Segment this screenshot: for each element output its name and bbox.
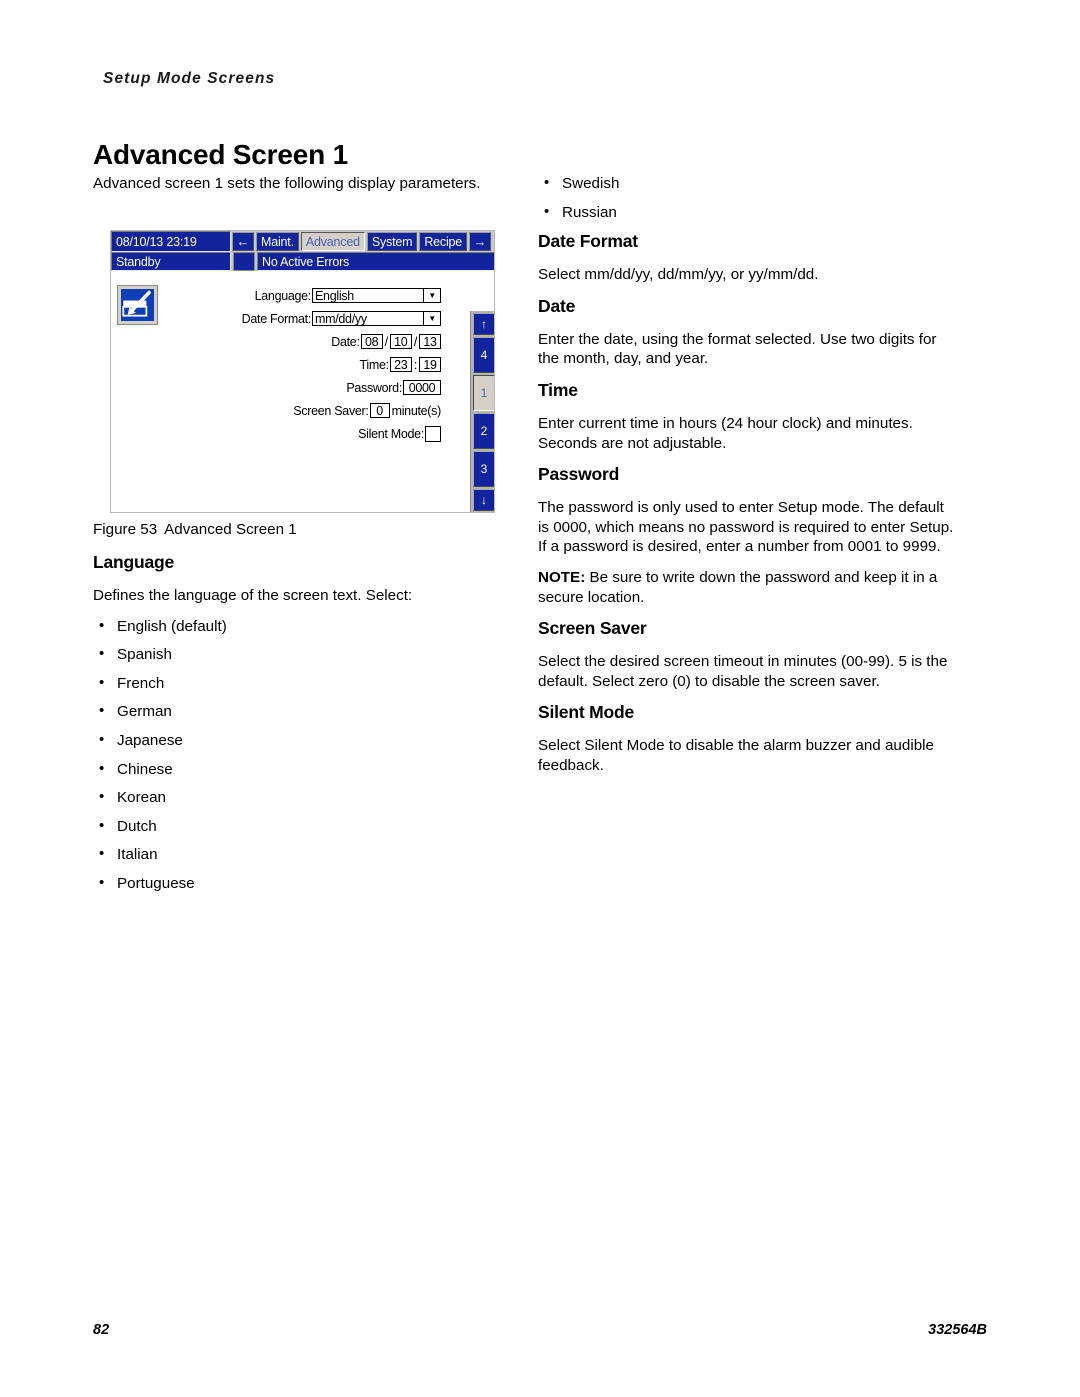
hmi-tab-maint[interactable]: Maint.: [256, 232, 299, 251]
right-column: Swedish Russian Date Format Select mm/dd…: [538, 173, 958, 787]
hmi-status-indicator: [233, 252, 255, 271]
note-body: Be sure to write down the password and k…: [538, 568, 938, 606]
left-column: Advanced screen 1 sets the following dis…: [93, 174, 513, 205]
list-item: Japanese: [93, 730, 513, 751]
list-item: Spanish: [93, 644, 513, 665]
down-arrow-icon[interactable]: ↓: [473, 489, 494, 511]
document-page: Setup Mode Screens Advanced Screen 1 Adv…: [0, 0, 1080, 1397]
note-label: NOTE:: [538, 568, 586, 586]
hmi-field-language: Language: English ▼: [171, 285, 441, 306]
list-item: English (default): [93, 616, 513, 637]
heading-silent-mode: Silent Mode: [538, 702, 634, 723]
hmi-rail-screen-4[interactable]: 4: [473, 337, 494, 373]
hmi-prev-arrow-button[interactable]: ←: [232, 232, 254, 251]
hmi-time-hours-input[interactable]: 23: [389, 357, 412, 372]
hmi-tab-advanced[interactable]: Advanced: [300, 232, 365, 251]
page-number: 82: [93, 1322, 110, 1338]
list-item: French: [93, 673, 513, 694]
list-item: Italian: [93, 844, 513, 865]
figure-caption-text: Advanced Screen 1: [164, 521, 297, 538]
language-body: Defines the language of the screen text.…: [93, 587, 413, 604]
hmi-date-format-value[interactable]: mm/dd/yy: [312, 311, 424, 326]
hmi-silent-mode-checkbox[interactable]: [425, 425, 441, 442]
hmi-field-date-format: Date Format: mm/dd/yy ▼: [171, 308, 441, 329]
page-footer: 82 332564B: [0, 1322, 1080, 1344]
setup-edit-icon-glyph: [122, 290, 151, 317]
list-item: Russian: [538, 202, 958, 223]
hmi-field-date: Date: 08 / 10 / 13: [171, 331, 441, 352]
hmi-screen-saver-units: minute(s): [391, 403, 442, 418]
hmi-screenshot-figure: 08/10/13 23:19 ← Maint. Advanced System …: [110, 230, 495, 513]
hmi-date-year-input[interactable]: 13: [419, 334, 441, 349]
document-number: 332564B: [928, 1322, 987, 1338]
hmi-screen-saver-label: Screen Saver:: [293, 403, 369, 418]
password-body: The password is only used to enter Setup…: [538, 499, 954, 556]
hmi-time-label: Time:: [359, 357, 390, 372]
hmi-rail-screen-1[interactable]: 1: [473, 375, 494, 411]
chevron-down-icon[interactable]: ▼: [424, 288, 441, 303]
page-title: Advanced Screen 1: [93, 138, 348, 170]
figure-caption: Figure 53 Advanced Screen 1: [93, 521, 297, 538]
password-note: NOTE: Be sure to write down the password…: [538, 568, 958, 607]
hmi-date-separator: /: [384, 334, 388, 349]
hmi-silent-mode-label: Silent Mode:: [358, 426, 424, 441]
heading-time: Time: [538, 379, 578, 400]
date-format-body: Select mm/dd/yy, dd/mm/yy, or yy/mm/dd.: [538, 266, 819, 284]
left-column-lower: Language Defines the language of the scr…: [93, 552, 513, 903]
hmi-datetime-display: 08/10/13 23:19: [111, 231, 231, 252]
hmi-language-label: Language:: [254, 288, 312, 303]
heading-password: Password: [538, 464, 620, 485]
hmi-date-label: Date:: [331, 334, 360, 349]
hmi-body: Language: English ▼ Date Format: mm/dd/y…: [111, 271, 494, 512]
hmi-password-label: Password:: [346, 380, 402, 395]
hmi-password-input[interactable]: 0000: [403, 380, 441, 395]
up-arrow-icon[interactable]: ↑: [473, 313, 494, 335]
hmi-field-time: Time: 23 : 19: [171, 354, 441, 375]
hmi-date-month-input[interactable]: 08: [360, 334, 383, 349]
list-item: Swedish: [538, 173, 958, 194]
hmi-date-format-label: Date Format:: [241, 311, 312, 326]
heading-language: Language: [93, 552, 175, 572]
hmi-time-minutes-input[interactable]: 19: [419, 357, 441, 372]
hmi-next-arrow-button[interactable]: →: [469, 232, 492, 251]
heading-screen-saver: Screen Saver: [538, 618, 647, 639]
hmi-field-screen-saver: Screen Saver: 0 minute(s): [171, 400, 441, 421]
time-body: Enter current time in hours (24 hour clo…: [538, 414, 913, 452]
list-item: Dutch: [93, 816, 513, 837]
list-item: Chinese: [93, 759, 513, 780]
heading-date-format: Date Format: [538, 231, 638, 252]
hmi-tab-system[interactable]: System: [366, 232, 418, 251]
hmi-tab-recipe[interactable]: Recipe: [419, 232, 468, 251]
hmi-time-separator: :: [413, 357, 417, 372]
hmi-top-bar: 08/10/13 23:19 ← Maint. Advanced System …: [111, 231, 494, 252]
hmi-status-bar: Standby No Active Errors: [111, 252, 494, 271]
hmi-field-password: Password: 0000: [171, 377, 441, 398]
running-header: Setup Mode Screens: [103, 70, 276, 87]
heading-date: Date: [538, 295, 576, 316]
screen-saver-body: Select the desired screen timeout in min…: [538, 653, 948, 690]
language-options-list-right: Swedish Russian: [538, 173, 958, 223]
hmi-screen-saver-input[interactable]: 0: [369, 403, 390, 418]
figure-caption-label: Figure 53: [93, 521, 158, 538]
hmi-rail-screen-2[interactable]: 2: [473, 413, 494, 449]
intro-paragraph: Advanced screen 1 sets the following dis…: [93, 175, 481, 192]
date-body: Enter the date, using the format selecte…: [538, 330, 937, 368]
list-item: Portuguese: [93, 873, 513, 894]
hmi-date-separator: /: [413, 334, 417, 349]
hmi-language-value[interactable]: English: [312, 288, 424, 303]
setup-edit-icon[interactable]: [117, 285, 158, 325]
hmi-settings-form: Language: English ▼ Date Format: mm/dd/y…: [171, 285, 441, 446]
hmi-field-silent-mode: Silent Mode:: [171, 423, 441, 444]
language-options-list-left: English (default) Spanish French German …: [93, 616, 513, 894]
list-item: German: [93, 701, 513, 722]
hmi-date-day-input[interactable]: 10: [389, 334, 412, 349]
hmi-status-errors: No Active Errors: [257, 252, 494, 271]
hmi-rail-screen-3[interactable]: 3: [473, 451, 494, 487]
hmi-screen-nav-rail: ↑ 4 1 2 3 ↓: [470, 311, 494, 512]
hmi-status-mode: Standby: [111, 252, 231, 271]
chevron-down-icon[interactable]: ▼: [424, 311, 441, 326]
silent-mode-body: Select Silent Mode to disable the alarm …: [538, 737, 934, 774]
list-item: Korean: [93, 787, 513, 808]
